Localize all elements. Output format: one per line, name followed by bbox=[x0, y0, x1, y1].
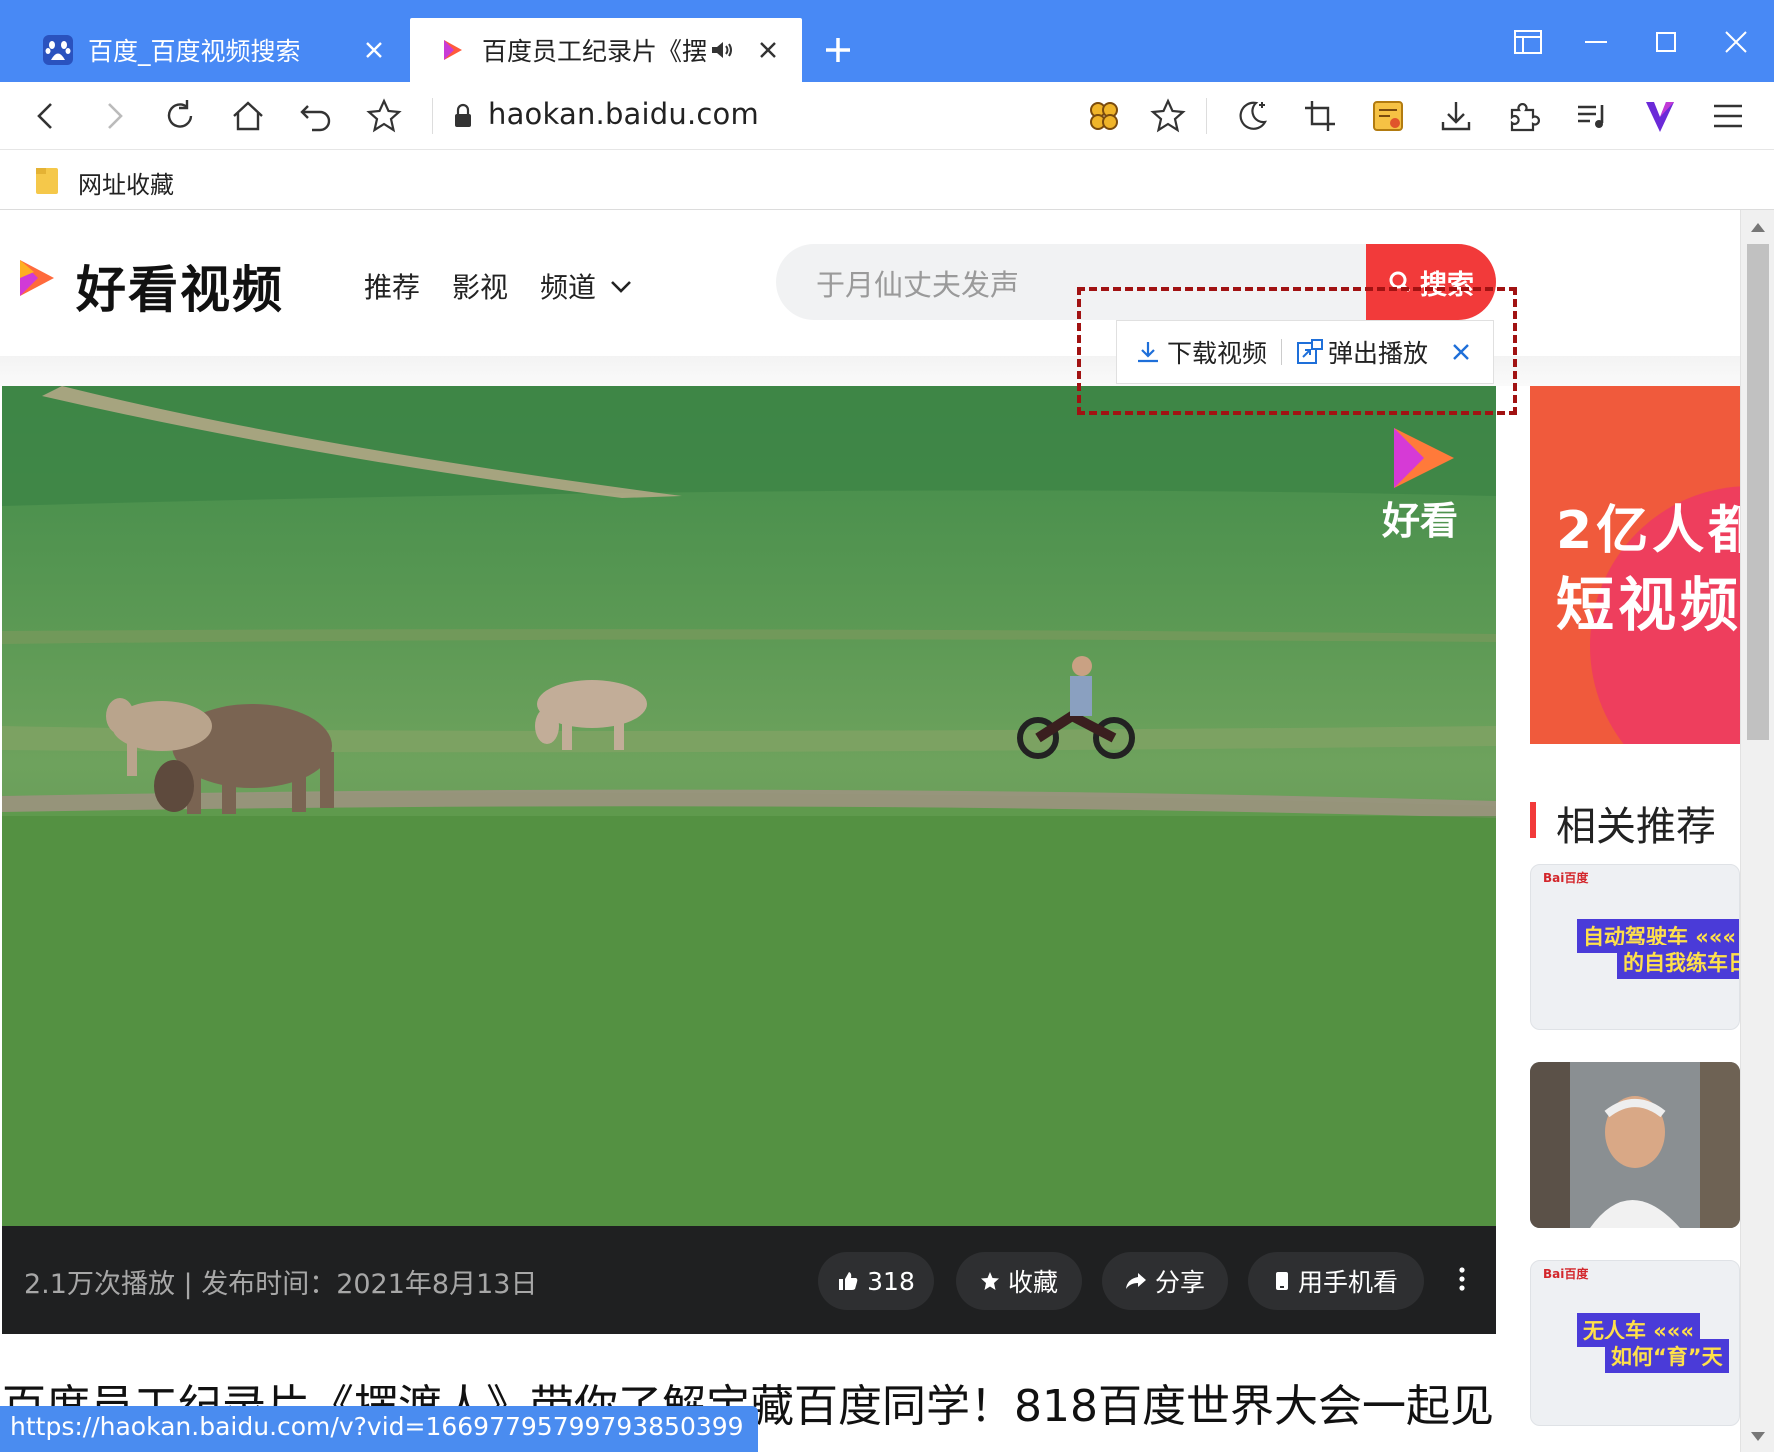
related-heading: 相关推荐 bbox=[1556, 804, 1716, 850]
popup-player-label: 弹出播放 bbox=[1328, 339, 1429, 368]
ad-banner[interactable]: 2亿人都 短视频 bbox=[1530, 386, 1740, 744]
close-icon[interactable] bbox=[750, 32, 786, 68]
night-mode-icon[interactable] bbox=[1232, 96, 1272, 136]
close-icon[interactable] bbox=[1450, 341, 1472, 363]
scroll-down-arrow-icon[interactable] bbox=[1749, 1430, 1767, 1444]
popup-window-icon bbox=[1297, 339, 1324, 364]
close-icon[interactable] bbox=[356, 32, 392, 68]
video-player[interactable]: 好看 bbox=[2, 386, 1496, 1226]
vertical-scrollbar[interactable] bbox=[1740, 210, 1774, 1452]
search-button-label: 搜索 bbox=[1420, 269, 1474, 301]
folder-icon[interactable] bbox=[34, 166, 60, 196]
download-icon bbox=[1138, 342, 1158, 363]
maximize-icon[interactable] bbox=[1646, 22, 1686, 62]
baidu-paw-icon bbox=[43, 35, 73, 65]
notes-extension-icon[interactable] bbox=[1368, 96, 1408, 136]
related-video-thumbnail-1[interactable]: Bai百度 自动驾驶车 ««« 的自我练车日 bbox=[1530, 864, 1740, 1030]
favorite-button[interactable]: 收藏 bbox=[956, 1252, 1082, 1310]
watch-on-phone-button[interactable]: 用手机看 bbox=[1248, 1252, 1424, 1310]
forward-icon[interactable] bbox=[94, 96, 134, 136]
sidebar-layout-icon[interactable] bbox=[1508, 22, 1548, 62]
like-button[interactable]: 318 bbox=[818, 1252, 934, 1310]
video-frame-landscape bbox=[2, 386, 1496, 1226]
back-icon[interactable] bbox=[26, 96, 66, 136]
speaker-icon[interactable] bbox=[710, 39, 736, 61]
video-info-bar: 2.1万次播放 | 发布时间：2021年8月13日 318 收藏 分享 用手机看 bbox=[2, 1226, 1496, 1334]
tab-baidu-search[interactable]: 百度_百度视频搜索 bbox=[0, 18, 408, 82]
extension-bee-icon[interactable] bbox=[1084, 96, 1124, 136]
related-video-thumbnail-2[interactable] bbox=[1530, 1062, 1740, 1228]
site-logo-text[interactable]: 好看视频 bbox=[76, 250, 284, 322]
extensions-puzzle-icon[interactable] bbox=[1504, 96, 1544, 136]
thumbnail-label-3b: 如何“育”天 bbox=[1605, 1339, 1729, 1373]
media-playlist-icon[interactable] bbox=[1572, 96, 1612, 136]
bookmark-folder-label[interactable]: 网址收藏 bbox=[78, 165, 174, 200]
view-count-date: 2.1万次播放 | 发布时间：2021年8月13日 bbox=[24, 1269, 538, 1300]
baidu-badge: Bai百度 bbox=[1543, 1267, 1589, 1281]
favorite-star-icon[interactable] bbox=[1148, 96, 1188, 136]
window-close-icon[interactable] bbox=[1716, 22, 1756, 62]
download-video-label: 下载视频 bbox=[1167, 339, 1268, 368]
thumbnail-label-1b: 的自我练车日 bbox=[1617, 945, 1739, 979]
video-watermark-text: 好看 bbox=[1382, 499, 1459, 543]
watch-on-phone-label: 用手机看 bbox=[1297, 1268, 1398, 1297]
search-input[interactable]: 于月仙丈夫发声 bbox=[816, 262, 1019, 304]
favorite-label: 收藏 bbox=[1007, 1268, 1058, 1297]
tab-title: 百度员工纪录片《摆 bbox=[482, 37, 708, 66]
bookmark-star-icon[interactable] bbox=[364, 96, 404, 136]
mobile-phone-icon bbox=[1275, 1272, 1288, 1290]
haokan-logo-icon bbox=[444, 40, 462, 60]
bookmarks-bar: 网址收藏 bbox=[0, 150, 1774, 210]
reload-icon[interactable] bbox=[160, 96, 200, 136]
menu-hamburger-icon[interactable] bbox=[1708, 96, 1748, 136]
search-button[interactable]: 搜索 bbox=[1366, 244, 1496, 320]
lock-icon[interactable] bbox=[448, 96, 478, 136]
like-count: 318 bbox=[867, 1266, 915, 1296]
toolbar-divider bbox=[432, 98, 433, 134]
share-label: 分享 bbox=[1154, 1268, 1205, 1297]
home-icon[interactable] bbox=[228, 96, 268, 136]
star-icon bbox=[980, 1272, 999, 1290]
person-photo bbox=[1530, 1062, 1740, 1228]
more-options-icon[interactable] bbox=[1452, 1264, 1472, 1294]
undo-icon[interactable] bbox=[296, 96, 336, 136]
related-video-thumbnail-3[interactable]: Bai百度 无人车 ««« 如何“育”天 bbox=[1530, 1260, 1740, 1426]
status-bar-link-preview: https://haokan.baidu.com/v?vid=166977957… bbox=[0, 1406, 758, 1452]
share-button[interactable]: 分享 bbox=[1102, 1252, 1228, 1310]
ad-text-line1: 2亿人都 bbox=[1556, 501, 1740, 561]
crop-screenshot-icon[interactable] bbox=[1300, 96, 1340, 136]
chevron-down-icon[interactable] bbox=[608, 278, 634, 296]
video-tools-popover: 下载视频 弹出播放 bbox=[1116, 320, 1494, 384]
nav-channels[interactable]: 频道 bbox=[540, 266, 596, 306]
download-video-button[interactable]: 下载视频 bbox=[1135, 334, 1267, 370]
tab-strip: 百度_百度视频搜索 百度员工纪录片《摆 bbox=[0, 0, 1774, 82]
scrollbar-thumb[interactable] bbox=[1747, 244, 1769, 740]
popup-player-button[interactable]: 弹出播放 bbox=[1296, 334, 1428, 370]
ad-text-line2: 短视频 bbox=[1556, 571, 1740, 639]
thumbs-up-icon bbox=[839, 1272, 858, 1290]
share-arrow-icon bbox=[1125, 1273, 1146, 1289]
baidu-badge: Bai百度 bbox=[1543, 871, 1589, 885]
search-icon bbox=[1389, 271, 1411, 293]
vivaldi-v-icon[interactable] bbox=[1640, 96, 1680, 136]
related-accent-bar bbox=[1530, 802, 1536, 838]
page-content: 好看视频 推荐 影视 频道 于月仙丈夫发声 搜索 好看 下载视频 弹出播放 2.… bbox=[0, 210, 1740, 1452]
tab-haokan-video[interactable]: 百度员工纪录片《摆 bbox=[410, 18, 802, 82]
haokan-logo-icon[interactable] bbox=[10, 252, 62, 304]
nav-recommend[interactable]: 推荐 bbox=[364, 266, 420, 306]
scroll-up-arrow-icon[interactable] bbox=[1749, 220, 1767, 234]
address-bar[interactable]: haokan.baidu.com bbox=[488, 97, 759, 131]
navigation-toolbar: haokan.baidu.com bbox=[0, 82, 1774, 150]
download-icon[interactable] bbox=[1436, 96, 1476, 136]
nav-movies[interactable]: 影视 bbox=[452, 266, 508, 306]
tab-title: 百度_百度视频搜索 bbox=[88, 37, 301, 66]
popover-divider bbox=[1281, 339, 1283, 365]
new-tab-plus-icon[interactable] bbox=[818, 30, 858, 70]
toolbar-divider bbox=[1206, 98, 1207, 134]
minimize-icon[interactable] bbox=[1576, 22, 1616, 62]
